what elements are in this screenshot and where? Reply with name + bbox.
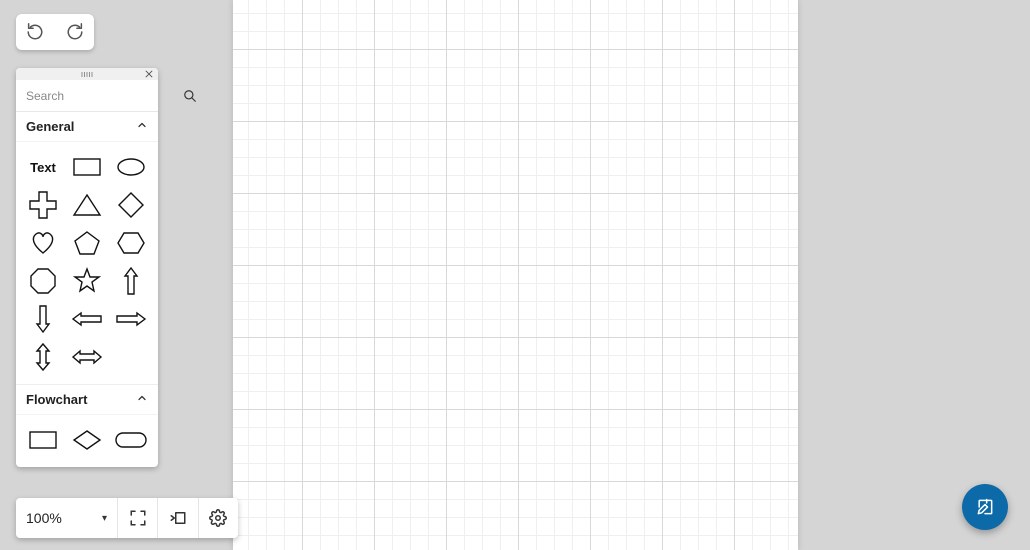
- settings-button[interactable]: [199, 498, 238, 538]
- shape-flow-decision[interactable]: [66, 423, 108, 457]
- undo-button[interactable]: [20, 17, 50, 47]
- general-shapes-grid: Text: [16, 142, 158, 385]
- fit-page-icon: [169, 509, 187, 527]
- redo-icon: [66, 23, 84, 41]
- fullscreen-button[interactable]: [118, 498, 158, 538]
- close-panel-button[interactable]: [143, 68, 155, 80]
- grip-icon: ııııı: [81, 69, 94, 79]
- section-title: General: [26, 119, 74, 134]
- shape-arrow-leftright[interactable]: [66, 340, 108, 374]
- shape-arrow-up[interactable]: [110, 264, 152, 298]
- edit-note-icon: [975, 497, 995, 517]
- shape-pentagon[interactable]: [66, 226, 108, 260]
- zoom-value: 100%: [26, 510, 62, 526]
- redo-button[interactable]: [60, 17, 90, 47]
- shape-empty: [110, 340, 152, 374]
- drawing-canvas[interactable]: [233, 0, 798, 550]
- shape-cross[interactable]: [22, 188, 64, 222]
- search-row: [16, 80, 158, 112]
- fit-page-button[interactable]: [158, 498, 198, 538]
- gear-icon: [209, 509, 227, 527]
- shape-arrow-updown[interactable]: [22, 340, 64, 374]
- edit-fab[interactable]: [962, 484, 1008, 530]
- section-header-general[interactable]: General: [16, 112, 158, 142]
- chevron-up-icon: [136, 119, 148, 134]
- shape-arrow-down[interactable]: [22, 302, 64, 336]
- shape-ellipse[interactable]: [110, 150, 152, 184]
- panel-drag-header[interactable]: ııııı: [16, 68, 158, 80]
- shape-star[interactable]: [66, 264, 108, 298]
- shape-arrow-left[interactable]: [66, 302, 108, 336]
- search-input[interactable]: [24, 88, 183, 104]
- undo-icon: [26, 23, 44, 41]
- shape-text[interactable]: Text: [22, 150, 64, 184]
- shapes-panel: ııııı General Text: [16, 68, 158, 467]
- status-toolbar: 100% ▾: [16, 498, 238, 538]
- section-header-flowchart[interactable]: Flowchart: [16, 385, 158, 415]
- shape-rectangle[interactable]: [66, 150, 108, 184]
- shape-triangle[interactable]: [66, 188, 108, 222]
- shape-flow-terminator[interactable]: [110, 423, 152, 457]
- search-icon[interactable]: [183, 88, 197, 104]
- zoom-select[interactable]: 100% ▾: [16, 498, 118, 538]
- shape-flow-process[interactable]: [22, 423, 64, 457]
- shape-diamond[interactable]: [110, 188, 152, 222]
- undo-redo-toolbar: [16, 14, 94, 50]
- flowchart-shapes-grid: [16, 415, 158, 467]
- close-icon: [145, 70, 153, 78]
- caret-down-icon: ▾: [102, 513, 107, 524]
- shape-heart[interactable]: [22, 226, 64, 260]
- shape-octagon[interactable]: [22, 264, 64, 298]
- chevron-up-icon: [136, 392, 148, 407]
- fullscreen-icon: [129, 509, 147, 527]
- shape-hexagon[interactable]: [110, 226, 152, 260]
- section-title: Flowchart: [26, 392, 87, 407]
- shape-arrow-right[interactable]: [110, 302, 152, 336]
